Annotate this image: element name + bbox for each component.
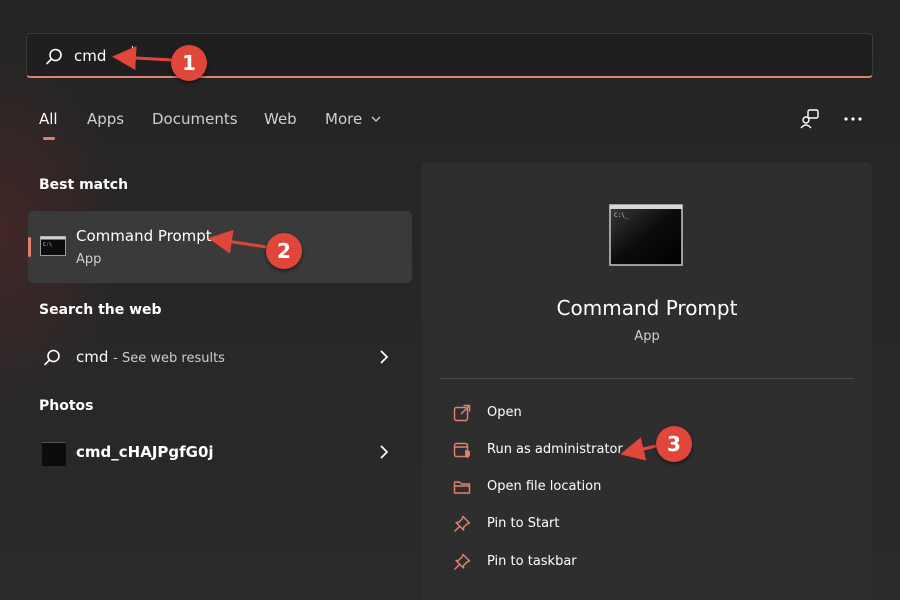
tab-all-label: All <box>39 110 58 128</box>
action-pin-to-taskbar-label: Pin to taskbar <box>487 554 577 569</box>
text-caret <box>132 46 133 66</box>
action-pin-to-start[interactable]: Pin to Start <box>452 510 832 540</box>
action-run-as-admin-label: Run as administrator <box>487 442 623 457</box>
photos-header: Photos <box>39 398 94 414</box>
action-open-file-location[interactable]: Open file location <box>452 473 832 503</box>
callout-badge-3: 3 <box>656 426 692 462</box>
web-result-hint: - See web results <box>113 351 225 366</box>
svg-text:C:\: C:\ <box>43 242 52 248</box>
tab-active-indicator <box>43 137 55 140</box>
tab-more-label: More <box>325 110 363 128</box>
best-match-subtitle: App <box>76 252 102 267</box>
photo-thumbnail <box>42 442 66 466</box>
tab-all[interactable]: All <box>39 110 58 140</box>
web-result-text: cmd - See web results <box>76 348 225 366</box>
account-switch-icon[interactable] <box>799 108 821 130</box>
photo-result-name: cmd_cHAJPgfG0j <box>76 443 214 461</box>
best-match-title: Command Prompt <box>76 227 212 245</box>
search-box[interactable] <box>26 33 873 78</box>
tab-apps-label: Apps <box>87 110 125 128</box>
chevron-right-icon[interactable] <box>378 444 390 460</box>
callout-badge-1: 1 <box>171 45 207 81</box>
tab-web[interactable]: Web <box>264 110 297 128</box>
tab-documents-label: Documents <box>152 110 238 128</box>
web-result-item[interactable]: cmd - See web results <box>28 338 412 378</box>
svg-text:C:\_: C:\_ <box>614 212 629 219</box>
search-web-header: Search the web <box>39 302 162 318</box>
pin-icon <box>453 515 471 533</box>
search-icon <box>44 349 60 366</box>
action-run-as-admin[interactable]: Run as administrator <box>452 436 832 466</box>
best-match-item[interactable]: C:\ Command Prompt App <box>28 211 412 283</box>
tab-apps[interactable]: Apps <box>87 110 124 128</box>
detail-title: Command Prompt <box>556 296 738 320</box>
action-open[interactable]: Open <box>452 399 832 429</box>
web-result-query: cmd <box>76 348 109 366</box>
detail-subtitle: App <box>634 329 660 344</box>
pin-icon <box>453 553 471 571</box>
action-open-file-location-label: Open file location <box>487 479 602 494</box>
action-pin-to-taskbar[interactable]: Pin to taskbar <box>452 548 832 578</box>
folder-icon <box>453 481 471 494</box>
selection-accent <box>28 237 31 257</box>
command-prompt-large-icon: C:\_ <box>609 204 683 266</box>
best-match-header: Best match <box>39 177 129 193</box>
search-icon <box>46 48 62 65</box>
tab-web-label: Web <box>264 110 297 128</box>
search-input[interactable] <box>74 42 674 70</box>
detail-panel: C:\_ Command Prompt App Open Run as admi… <box>422 162 872 600</box>
photo-result-item[interactable]: cmd_cHAJPgfG0j <box>28 433 412 473</box>
more-options-icon[interactable] <box>842 108 864 130</box>
tab-more[interactable]: More <box>325 110 381 128</box>
tab-documents[interactable]: Documents <box>152 110 238 128</box>
open-external-icon <box>453 404 471 422</box>
command-prompt-icon: C:\ <box>40 236 66 256</box>
chevron-down-icon <box>371 116 381 122</box>
chevron-right-icon[interactable] <box>378 349 390 365</box>
action-open-label: Open <box>487 405 522 420</box>
action-pin-to-start-label: Pin to Start <box>487 516 560 531</box>
callout-badge-2: 2 <box>266 233 302 269</box>
shield-admin-icon <box>453 442 470 458</box>
divider <box>440 378 854 379</box>
